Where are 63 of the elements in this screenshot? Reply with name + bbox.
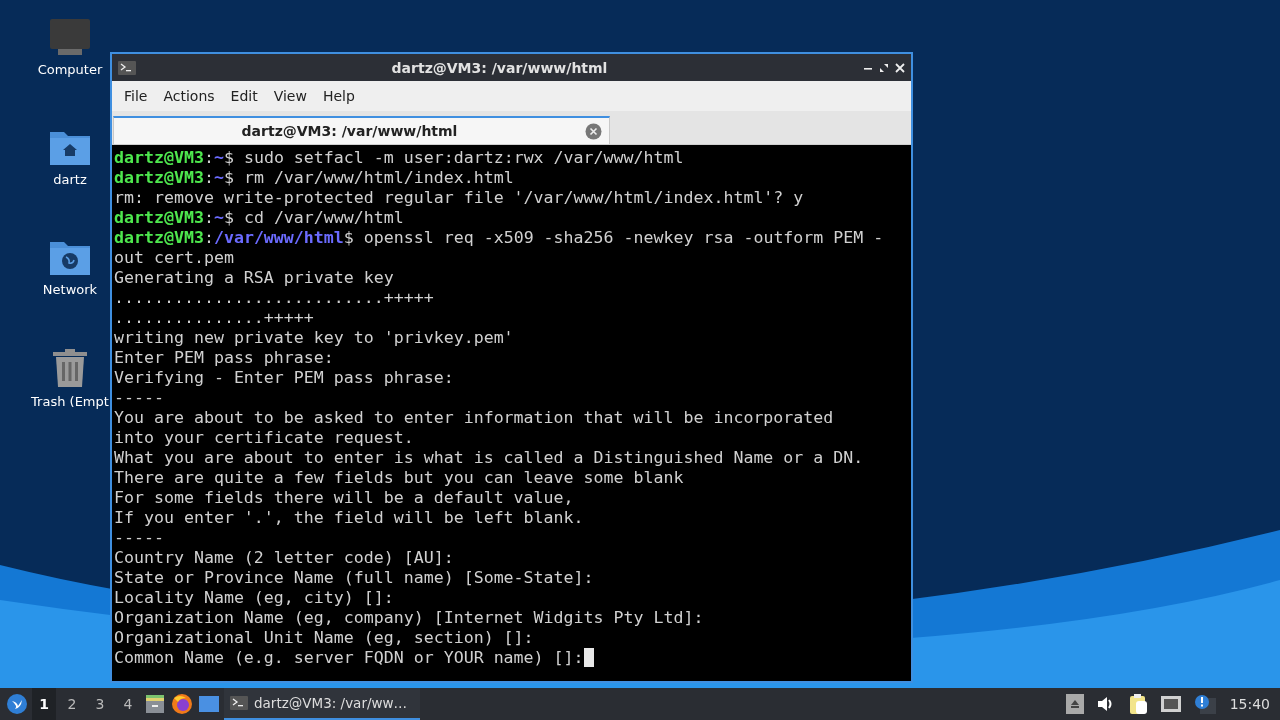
command-text: rm /var/www/html/index.html <box>243 168 514 188</box>
shell-prompt: dartz@VM3:~$ <box>114 148 234 168</box>
output-line: For some fields there will be a default value, <box>114 488 574 508</box>
output-line: ----- <box>114 528 164 548</box>
output-line: out cert.pem <box>114 248 234 268</box>
output-line: If you enter '.', the field will be left blank. <box>114 508 584 528</box>
maximize-icon[interactable] <box>879 62 889 73</box>
output-line: ...............+++++ <box>114 308 314 328</box>
workspace-button[interactable]: 2 <box>60 688 84 720</box>
browser-icon[interactable] <box>170 692 194 716</box>
eject-icon[interactable] <box>1065 694 1084 714</box>
output-line: into your certificate request. <box>114 428 414 448</box>
output-line: What you are about to enter is what is called a Distinguished Name or a DN. <box>114 448 864 468</box>
terminal-icon <box>118 60 136 75</box>
output-line: State or Province Name (full name) [Some-State]: <box>114 568 594 588</box>
output-line: Organizational Unit Name (eg, section) []: <box>114 628 534 648</box>
output-line: Organization Name (eg, company) [Internet Widgits Pty Ltd]: <box>114 608 704 628</box>
output-line: There are quite a few fields but you can leave some blank <box>114 468 684 488</box>
terminal-icon <box>230 696 248 710</box>
output-line: rm: remove write-protected regular file '/var/www/html/index.html'? y <box>114 188 804 208</box>
output-line: You are about to be asked to enter information that will be incorporated <box>114 408 834 428</box>
output-line: Enter PEM pass phrase: <box>114 348 334 368</box>
close-icon[interactable] <box>895 62 905 73</box>
desktop-icon-label[interactable]: Network <box>42 282 98 297</box>
desktop-icon-label[interactable]: dartz <box>53 172 87 187</box>
trash-icon <box>52 348 88 388</box>
menu-item[interactable]: Help <box>314 84 363 108</box>
close-tab-icon[interactable] <box>585 122 602 140</box>
output-line: Verifying - Enter PEM pass phrase: <box>114 368 454 388</box>
command-text: cd /var/www/html <box>243 208 404 228</box>
file-cabinet-icon[interactable] <box>144 693 166 715</box>
output-line: Generating a RSA private key <box>114 268 394 288</box>
window-title: dartz@VM3: /var/www/html <box>390 59 609 76</box>
menu-item[interactable]: View <box>265 84 315 108</box>
text-cursor <box>583 648 594 667</box>
shell-prompt: dartz@VM3:~$ <box>114 168 234 188</box>
workspace-button[interactable]: 3 <box>88 688 112 720</box>
network-monitor-icon[interactable] <box>1159 695 1182 713</box>
output-line: Country Name (2 letter code) [AU]: <box>114 548 454 568</box>
output-line: ----- <box>114 388 164 408</box>
start-menu-icon[interactable] <box>6 693 28 715</box>
input-prompt-line: Common Name (e.g. server FQDN or YOUR name) []: <box>114 648 584 668</box>
workspace-button[interactable]: 4 <box>116 688 140 720</box>
menu-item[interactable]: Actions <box>155 84 223 108</box>
output-line: writing new private key to 'privkey.pem' <box>114 328 514 348</box>
desktop-icon-label[interactable]: Trash (Empt <box>31 394 109 409</box>
shell-prompt: dartz@VM3:~$ <box>114 208 234 228</box>
shell-prompt: dartz@VM3:/var/www/html$ <box>114 228 354 248</box>
output-line: ...........................+++++ <box>114 288 434 308</box>
taskbar-window-button[interactable]: dartz@VM3: /var/ww… <box>224 688 420 720</box>
desktop-icon-label[interactable]: Computer <box>37 62 103 77</box>
output-line: Locality Name (eg, city) []: <box>114 588 394 608</box>
command-text: openssl req -x509 -sha256 -newkey rsa -outform PEM - <box>363 228 884 248</box>
monitor-icon <box>49 18 91 56</box>
show-desktop-icon[interactable] <box>198 694 220 714</box>
terminal-tab[interactable]: dartz@VM3: /var/www/html <box>113 116 610 144</box>
menu-item[interactable]: Edit <box>222 84 266 108</box>
clipboard-icon[interactable] <box>1127 693 1148 715</box>
notification-icon[interactable] <box>1193 694 1216 714</box>
menu-item[interactable]: File <box>116 84 156 108</box>
workspace-button[interactable]: 1 <box>32 688 56 720</box>
clock: 15:40 <box>1229 696 1270 712</box>
command-text: sudo setfacl -m user:dartz:rwx /var/www/html <box>243 148 684 168</box>
